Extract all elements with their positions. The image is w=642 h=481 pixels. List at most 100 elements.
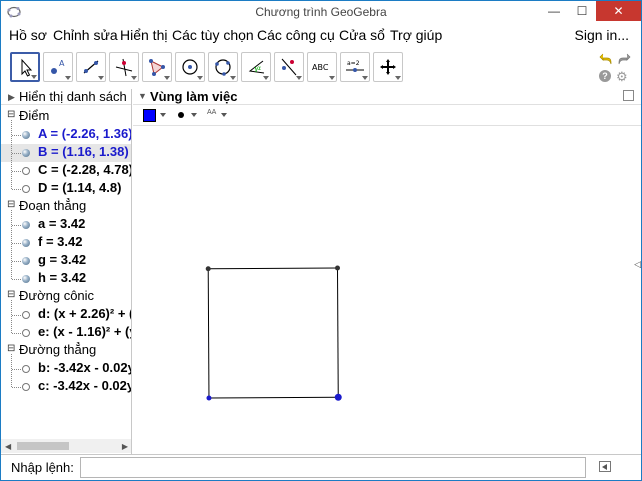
algebra-object-row[interactable]: C = (-2.28, 4.78) <box>1 162 131 180</box>
visibility-hidden-icon[interactable] <box>22 185 30 193</box>
algebra-object-row[interactable]: f = 3.42 <box>1 234 131 252</box>
maximize-button[interactable]: ☐ <box>568 1 596 21</box>
minimize-button[interactable]: — <box>540 1 568 21</box>
algebra-object-row[interactable]: d: (x + 2.26)² + (y - 1.36)² = 11.7 <box>1 306 131 324</box>
visibility-shown-icon[interactable] <box>22 149 30 157</box>
undo-icon[interactable] <box>599 52 613 66</box>
text-tool-button[interactable]: ABC <box>307 52 337 82</box>
visibility-shown-icon[interactable] <box>22 239 30 247</box>
move-tool-button[interactable] <box>10 52 40 82</box>
menu-tools[interactable]: Các công cụ <box>257 27 335 43</box>
svg-text:ABC: ABC <box>312 63 329 72</box>
algebra-object-label: a = 3.42 <box>38 216 86 231</box>
algebra-group-label: Đoạn thẳng <box>19 198 87 213</box>
svg-text:α: α <box>257 65 261 72</box>
segment-ab[interactable] <box>208 396 339 399</box>
move-graphics-view-tool-button[interactable] <box>373 52 403 82</box>
scroll-right-icon[interactable]: ▶ <box>122 442 128 451</box>
algebra-object-row[interactable]: e: (x - 1.16)² + (y - 1.38)² = 11.7 <box>1 324 131 342</box>
visibility-hidden-icon[interactable] <box>22 383 30 391</box>
expand-side-panel-icon[interactable]: ◁ <box>634 259 641 270</box>
algebra-object-row[interactable]: a = 3.42 <box>1 216 131 234</box>
label-style-dropdown-icon[interactable] <box>221 113 227 117</box>
algebra-view: ▶ Hiển thị danh sách ⊟ Điểm A = (-2.26, 1.… <box>1 89 132 454</box>
close-button[interactable]: ✕ <box>596 1 641 21</box>
help-icon[interactable]: ? <box>599 70 611 82</box>
algebra-group[interactable]: ⊟ Đường cônic <box>1 288 131 306</box>
algebra-object-row[interactable]: D = (1.14, 4.8) <box>1 180 131 198</box>
collapse-group-icon[interactable]: ⊟ <box>7 200 15 210</box>
point-style-dropdown-icon[interactable] <box>191 113 197 117</box>
visibility-hidden-icon[interactable] <box>22 167 30 175</box>
point-a[interactable] <box>206 395 212 401</box>
menu-window[interactable]: Cửa sổ <box>339 27 385 43</box>
line-tool-button[interactable] <box>76 52 106 82</box>
visibility-shown-icon[interactable] <box>22 221 30 229</box>
collapse-arrow-icon[interactable]: ▼ <box>138 91 147 101</box>
collapse-group-icon[interactable]: ⊟ <box>7 110 15 120</box>
algebra-object-row[interactable]: c: -3.42x - 0.02y = 3.99 <box>1 378 131 396</box>
visibility-hidden-icon[interactable] <box>22 311 30 319</box>
visibility-hidden-icon[interactable] <box>22 365 30 373</box>
command-input[interactable] <box>80 457 586 478</box>
menu-view[interactable]: Hiển thị <box>120 27 167 43</box>
menu-file[interactable]: Hồ sơ <box>9 27 47 43</box>
algebra-object-label: d: (x + 2.26)² + (y - 1.36)² = 11.7 <box>38 306 131 321</box>
scroll-left-icon[interactable]: ◀ <box>5 442 11 451</box>
redo-icon[interactable] <box>617 52 631 66</box>
segment-bd[interactable] <box>336 267 339 398</box>
circle-center-icon <box>182 59 198 75</box>
perpendicular-line-tool-button[interactable] <box>109 52 139 82</box>
color-dropdown-icon[interactable] <box>160 113 166 117</box>
slider-icon: a=2 <box>346 60 364 72</box>
algebra-object-row[interactable]: A = (-2.26, 1.36) <box>1 126 131 144</box>
visibility-shown-icon[interactable] <box>22 275 30 283</box>
graphics-view-header[interactable]: ▼ Vùng làm việc <box>133 87 641 105</box>
menu-edit[interactable]: Chỉnh sửa <box>53 27 118 43</box>
collapse-group-icon[interactable]: ⊟ <box>7 290 15 300</box>
circle-three-points-tool-button[interactable] <box>208 52 238 82</box>
graphics-canvas[interactable] <box>133 127 641 454</box>
segment-ca[interactable] <box>207 268 210 398</box>
algebra-object-row[interactable]: g = 3.42 <box>1 252 131 270</box>
sign-in-link[interactable]: Sign in... <box>575 27 629 43</box>
algebra-object-row[interactable]: h = 3.42 <box>1 270 131 288</box>
menu-help[interactable]: Trợ giúp <box>390 27 442 43</box>
algebra-group[interactable]: ⊟ Điểm <box>1 108 131 126</box>
input-help-icon[interactable] <box>599 461 611 472</box>
algebra-group[interactable]: ⊟ Đoạn thẳng <box>1 198 131 216</box>
segment-dc[interactable] <box>208 267 338 270</box>
algebra-horizontal-scrollbar[interactable]: ◀ ▶ <box>1 439 131 453</box>
scrollbar-thumb[interactable] <box>17 442 69 450</box>
reflect-tool-button[interactable] <box>274 52 304 82</box>
circle-center-tool-button[interactable] <box>175 52 205 82</box>
tree-connector <box>11 210 12 279</box>
point-tool-button[interactable]: A <box>43 52 73 82</box>
tree-connector <box>11 354 12 387</box>
collapse-arrow-icon[interactable]: ▶ <box>8 92 15 103</box>
angle-tool-button[interactable]: α <box>241 52 271 82</box>
color-swatch-button[interactable] <box>143 109 156 122</box>
gear-icon[interactable]: ⚙ <box>616 69 628 85</box>
algebra-object-row[interactable]: b: -3.42x - 0.02y = -7.7 <box>1 360 131 378</box>
visibility-shown-icon[interactable] <box>22 257 30 265</box>
algebra-group-label: Đường thẳng <box>19 342 97 357</box>
slider-tool-button[interactable]: a=2 <box>340 52 370 82</box>
close-view-icon[interactable] <box>623 90 634 101</box>
menu-options[interactable]: Các tùy chọn <box>172 27 254 43</box>
reflect-about-line-icon <box>281 58 297 76</box>
svg-text:a=2: a=2 <box>347 60 360 67</box>
visibility-shown-icon[interactable] <box>22 131 30 139</box>
algebra-object-row[interactable]: B = (1.16, 1.38) <box>1 144 131 162</box>
polygon-tool-button[interactable] <box>142 52 172 82</box>
visibility-hidden-icon[interactable] <box>22 329 30 337</box>
algebra-group[interactable]: ⊟ Đường thẳng <box>1 342 131 360</box>
point-d[interactable] <box>334 265 340 271</box>
point-icon: A <box>51 59 65 74</box>
algebra-view-header[interactable]: ▶ Hiển thị danh sách <box>1 89 131 105</box>
label-style-icon[interactable]: AA <box>207 109 216 116</box>
point-style-icon[interactable] <box>178 112 184 118</box>
collapse-group-icon[interactable]: ⊟ <box>7 344 15 354</box>
point-c[interactable] <box>205 266 211 272</box>
point-b[interactable] <box>334 393 342 401</box>
